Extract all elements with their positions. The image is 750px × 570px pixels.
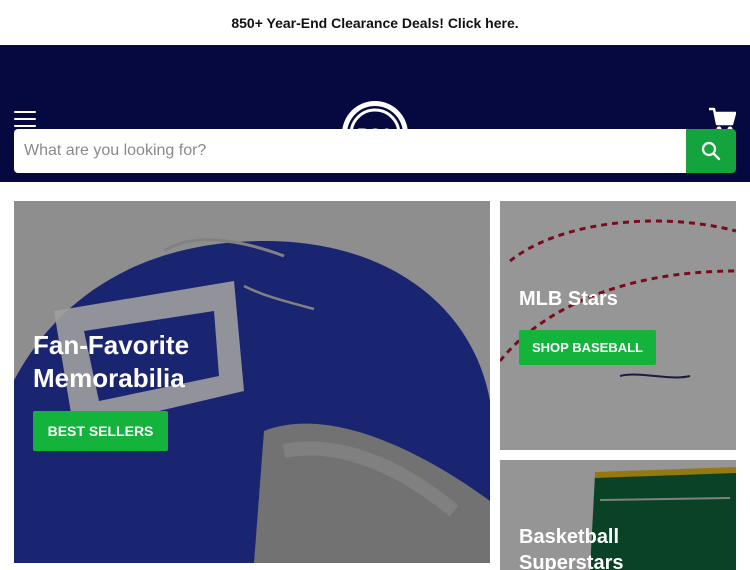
promo-bar: 850+ Year-End Clearance Deals! Click her… — [0, 0, 750, 45]
menu-icon[interactable] — [14, 111, 36, 129]
shop-baseball-button[interactable]: SHOP BASEBALL — [519, 330, 656, 365]
tile-memorabilia[interactable]: Fan-Favorite Memorabilia BEST SELLERS — [14, 201, 490, 563]
search-icon — [701, 141, 721, 161]
promo-link[interactable]: 850+ Year-End Clearance Deals! Click her… — [231, 15, 518, 31]
search-bar — [14, 129, 736, 173]
tile-overlay — [500, 201, 736, 450]
tile-baseball[interactable]: MLB Stars SHOP BASEBALL — [500, 201, 736, 450]
tile-basketball[interactable]: Basketball Superstars — [500, 460, 736, 570]
tile-title: Fan-Favorite Memorabilia — [33, 330, 190, 393]
search-input[interactable] — [14, 129, 686, 173]
tile-title: Basketball Superstars — [519, 526, 624, 570]
search-button[interactable] — [686, 129, 736, 173]
tile-title: MLB Stars — [519, 288, 618, 310]
best-sellers-button[interactable]: BEST SELLERS — [33, 411, 168, 451]
